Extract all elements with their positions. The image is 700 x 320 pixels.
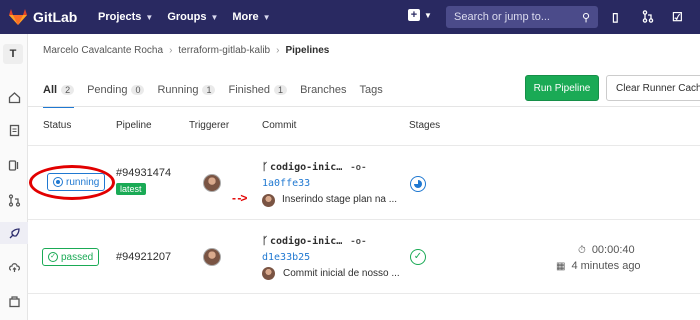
commit-sha-link[interactable]: 1a0ffe33 [262,178,310,189]
breadcrumb-project[interactable]: terraform-gitlab-kalib [178,45,270,56]
stage-running-icon[interactable] [410,176,426,192]
tab-count: 1 [274,85,288,95]
operations-icon[interactable] [0,256,28,278]
search-placeholder: Search or jump to... [454,11,550,23]
breadcrumb-owner[interactable]: Marcelo Cavalcante Rocha [43,45,163,56]
tab-all[interactable]: All 2 [43,80,75,108]
author-avatar [262,267,275,280]
nav-more[interactable]: More ▼ [232,11,270,23]
header-stages: Stages [409,120,441,131]
brand-name: GitLab [33,9,78,25]
breadcrumb: Marcelo Cavalcante Rocha › terraform-git… [43,45,329,56]
commit-icon: -o- [350,162,367,173]
tab-label: All [43,84,58,96]
tab-count: 0 [131,85,145,95]
header-status: Status [43,120,72,131]
pipeline-tabs: All 2 Pending 0 Running 1 Finished 1 Branche… [43,80,396,108]
duration-value: 00:00:40 [591,244,635,256]
top-navbar: GitLab Projects ▼ Groups ▼ More ▼ + ▼ Searc… [0,0,700,34]
chevron-down-icon: ▼ [145,12,154,22]
new-dropdown-button[interactable]: + ▼ [408,9,432,21]
branch-ref[interactable]: ᚴ codigo-inic… -o- [262,236,367,247]
search-input[interactable]: Search or jump to... ⚲ [446,6,598,28]
divider [28,219,700,220]
branch-name: codigo-inic… [270,162,343,173]
chevron-right-icon: › [276,45,280,56]
gitlab-logo[interactable]: GitLab [8,8,80,26]
annotation-arrow: - -> [232,191,247,205]
project-sidebar: T [0,34,28,320]
pipeline-id-link[interactable]: #94921207 [116,251,171,263]
divider [28,106,700,107]
header-triggerer: Triggerer [189,120,230,131]
gitlab-tanuki-icon [9,9,27,25]
home-icon[interactable] [0,86,28,108]
plus-icon: + [408,9,420,21]
issues-icon[interactable]: ▯ [612,10,619,24]
branch-icon: ᚴ [262,236,268,247]
status-badge-passed[interactable]: ✓ passed [42,248,100,266]
check-circle-icon: ✓ [48,252,58,262]
tab-label: Finished [228,84,271,96]
tab-label: Running [157,84,199,96]
tab-running[interactable]: Running 1 [157,80,216,100]
todo-icon[interactable]: ☑ [672,10,683,24]
tab-branches[interactable]: Branches [300,80,346,100]
tab-label: Pending [87,84,128,96]
tab-count: 1 [202,85,216,95]
nav-groups-label: Groups [167,11,207,23]
tab-pending[interactable]: Pending 0 [87,80,145,100]
commit-message-link[interactable]: Inserindo stage plan na ... [282,194,397,205]
pipeline-id-link[interactable]: #94931474 [116,167,171,179]
finished-value: 4 minutes ago [571,260,641,272]
header-pipeline: Pipeline [116,120,152,131]
commit-message-link[interactable]: Commit inicial de nosso ... [283,268,400,279]
triggerer-avatar[interactable] [203,174,221,192]
stage-passed-icon[interactable]: ✓ [410,249,426,265]
pipeline-finished: ▦ 4 minutes ago [556,260,641,272]
timer-icon: ⏱ [578,244,586,256]
merge-request-icon[interactable] [0,189,28,211]
issues-icon[interactable] [0,154,28,176]
tab-label: Branches [300,84,347,96]
nav-more-label: More [232,11,259,23]
annotation-highlight-circle [29,165,115,200]
branch-ref[interactable]: ᚴ codigo-inic… -o- [262,162,367,173]
latest-badge: latest [116,183,146,195]
tab-count: 2 [61,85,75,95]
breadcrumb-current[interactable]: Pipelines [285,45,329,56]
triggerer-avatar[interactable] [203,248,221,266]
branch-name: codigo-inic… [270,236,343,247]
tab-finished[interactable]: Finished 1 [228,80,288,100]
chevron-down-icon: ▼ [424,10,432,20]
repository-icon[interactable] [0,119,28,141]
commit-icon: -o- [350,236,367,247]
pipeline-duration: ⏱ 00:00:40 [578,244,635,256]
commit-sha-link[interactable]: d1e33b25 [262,252,310,263]
tab-label: Tags [359,84,383,96]
chevron-down-icon: ▼ [210,12,219,22]
chevron-down-icon: ▼ [262,12,271,22]
nav-groups[interactable]: Groups ▼ [167,11,218,23]
nav-projects-label: Projects [98,11,142,23]
nav-projects[interactable]: Projects ▼ [98,11,153,23]
tab-tags[interactable]: Tags [360,80,383,100]
merge-request-icon[interactable] [642,10,654,26]
branch-icon: ᚴ [262,162,268,173]
divider [28,293,700,294]
project-avatar[interactable]: T [3,44,23,64]
chevron-right-icon: › [169,45,173,56]
clear-runner-caches-button[interactable]: Clear Runner Caches [606,75,700,101]
ci-cd-icon[interactable] [0,222,28,244]
search-icon: ⚲ [581,11,590,24]
divider [28,145,700,146]
run-pipeline-button[interactable]: Run Pipeline [525,75,599,101]
author-avatar [262,194,275,207]
packages-icon[interactable] [0,290,28,312]
status-label: passed [61,251,94,263]
calendar-icon: ▦ [556,260,566,272]
header-commit: Commit [262,120,297,131]
